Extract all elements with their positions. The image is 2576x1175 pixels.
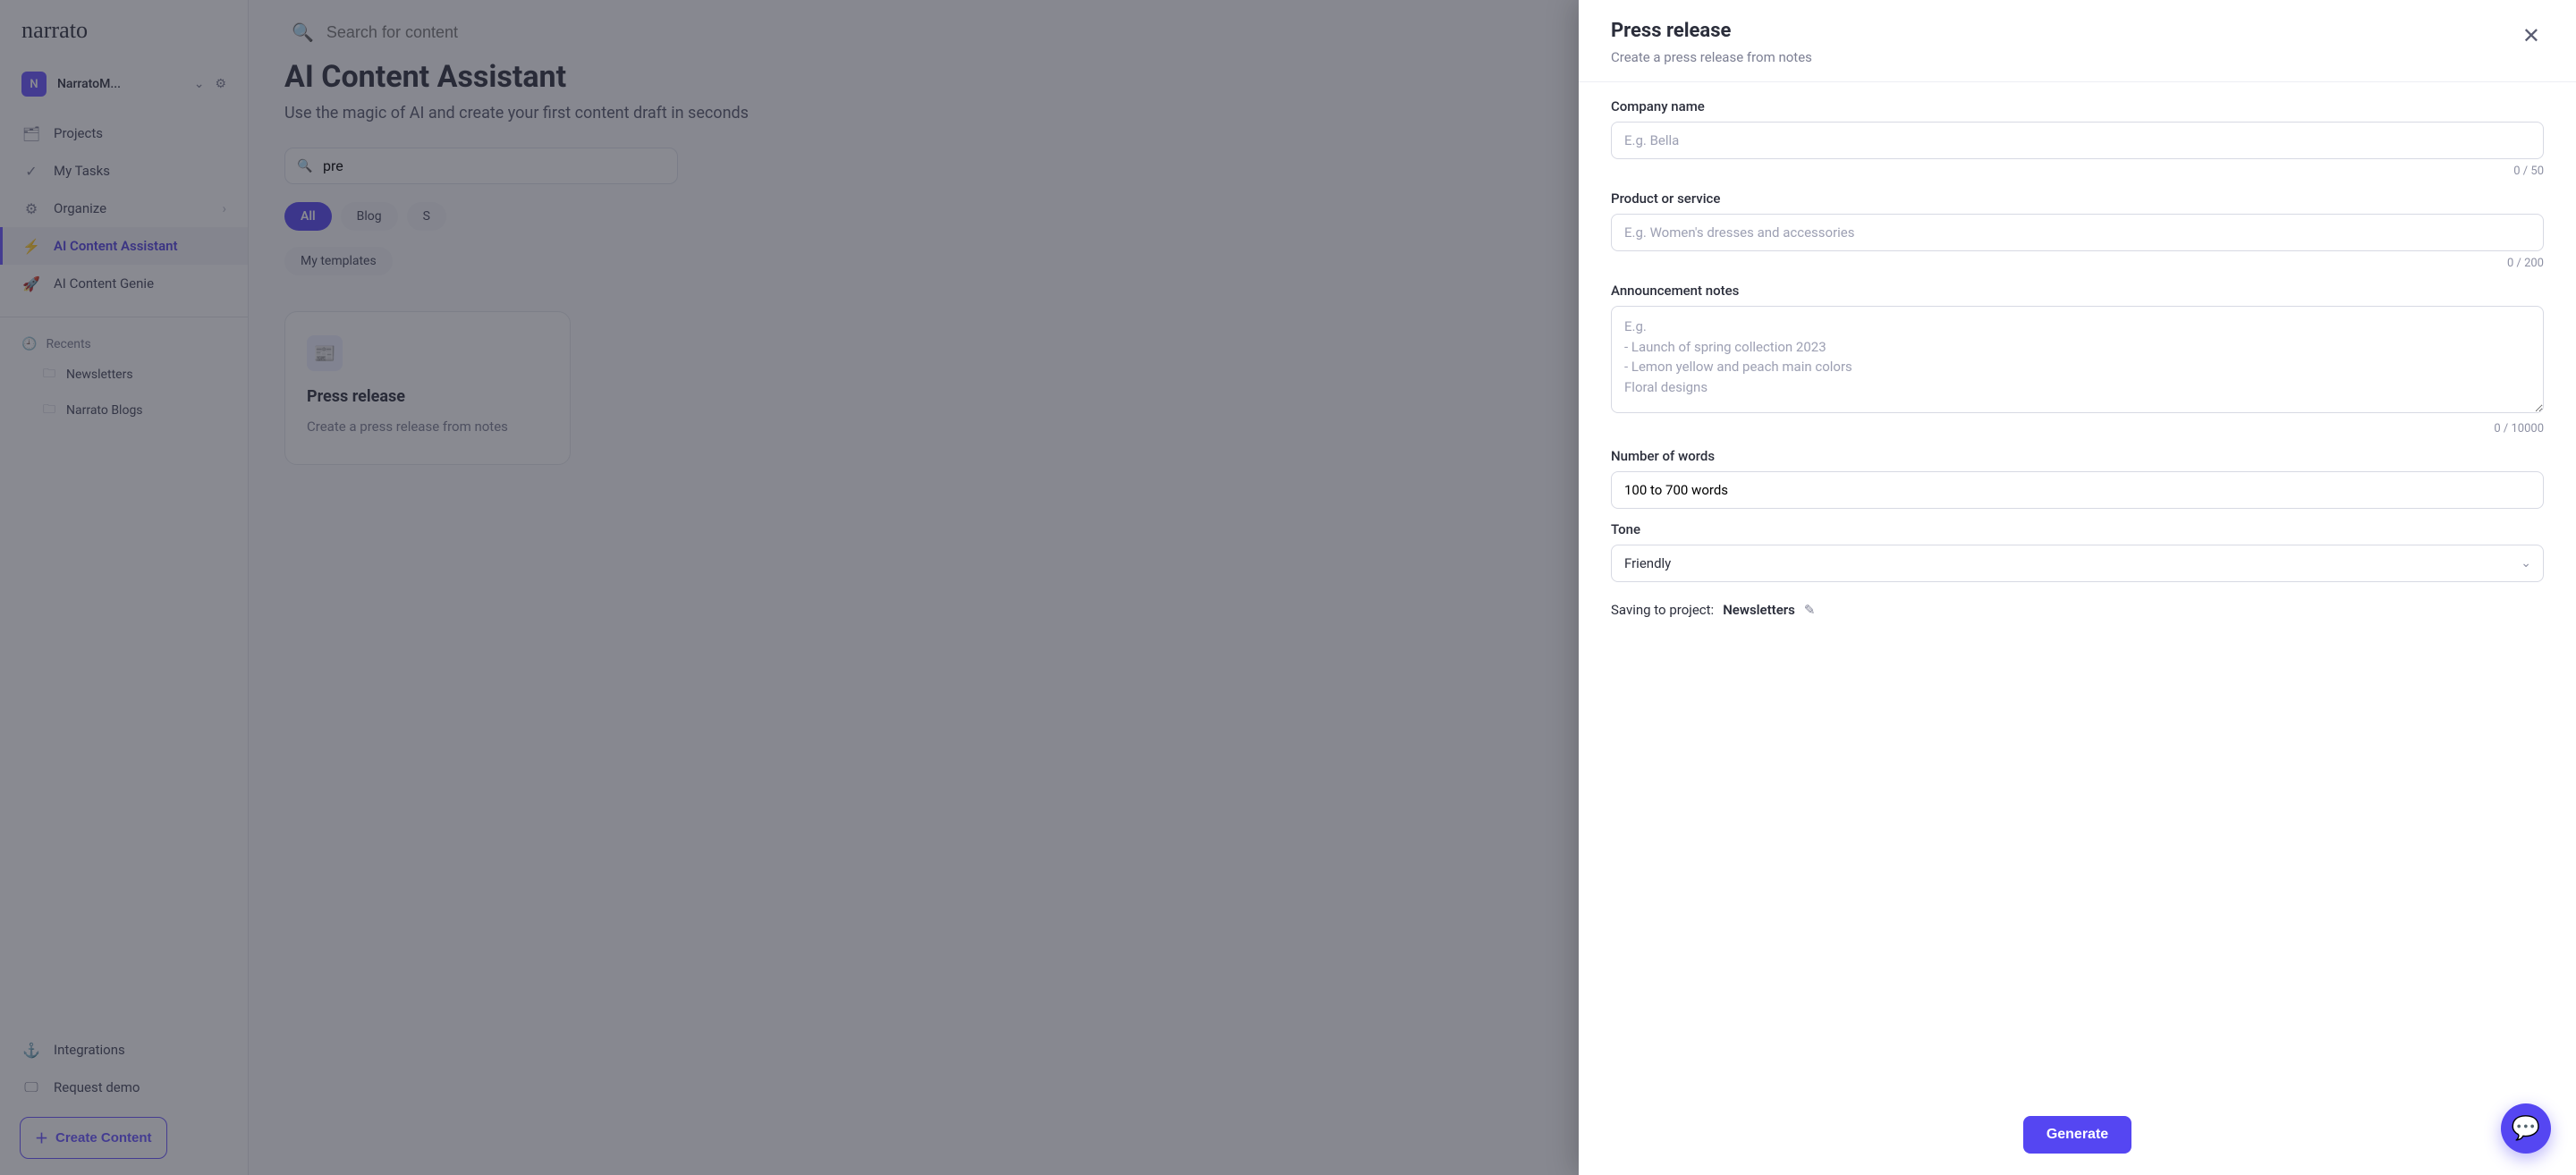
company-name-counter: 0 / 50 <box>1611 165 2544 178</box>
drawer-footer: Generate <box>1579 1103 2576 1175</box>
announcement-notes-label: Announcement notes <box>1611 283 2544 299</box>
chat-icon: 💬 <box>2512 1115 2540 1142</box>
saving-to-project: Saving to project: Newsletters ✎ <box>1611 602 2544 618</box>
company-name-input[interactable] <box>1611 122 2544 159</box>
announcement-notes-counter: 0 / 10000 <box>1611 422 2544 435</box>
tone-label: Tone <box>1611 521 2544 537</box>
saving-label: Saving to project: <box>1611 602 1714 618</box>
product-service-counter: 0 / 200 <box>1611 257 2544 270</box>
chat-bubble-button[interactable]: 💬 <box>2501 1103 2551 1154</box>
generate-button[interactable]: Generate <box>2023 1116 2131 1154</box>
modal-overlay[interactable]: Press release Create a press release fro… <box>0 0 2576 1175</box>
close-icon[interactable]: ✕ <box>2519 20 2544 52</box>
tone-select[interactable]: Friendly <box>1611 545 2544 582</box>
press-release-drawer: Press release Create a press release fro… <box>1579 0 2576 1175</box>
number-of-words-input[interactable] <box>1611 471 2544 509</box>
company-name-label: Company name <box>1611 98 2544 114</box>
product-service-input[interactable] <box>1611 214 2544 251</box>
drawer-title: Press release <box>1611 20 2519 42</box>
product-service-label: Product or service <box>1611 190 2544 207</box>
drawer-body: Company name 0 / 50 Product or service 0… <box>1579 82 2576 1103</box>
announcement-notes-input[interactable] <box>1611 306 2544 413</box>
project-name: Newsletters <box>1723 602 1795 618</box>
drawer-header: Press release Create a press release fro… <box>1579 0 2576 82</box>
number-of-words-label: Number of words <box>1611 448 2544 464</box>
edit-icon[interactable]: ✎ <box>1804 602 1816 618</box>
drawer-subtitle: Create a press release from notes <box>1611 49 2519 65</box>
